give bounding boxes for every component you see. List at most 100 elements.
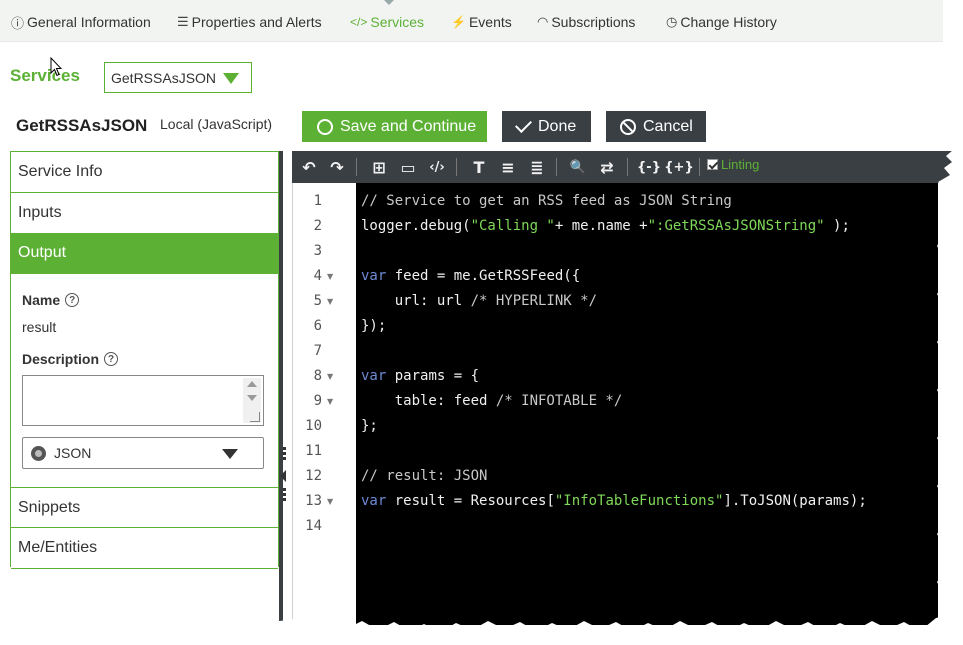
sidebar-item-me-entities[interactable]: Me/Entities: [11, 528, 278, 569]
editor-toolbar: ↶ ↷ ⊞ ▭ ‹/› T ≡ ≣ 🔍 ⇄ {-} {+}: [292, 151, 953, 183]
scroll-up-icon[interactable]: [247, 381, 257, 387]
code-token: /* HYPERLINK */: [470, 293, 598, 309]
code-token: logger.debug(: [361, 218, 471, 234]
code-token: feed = me.GetRSSFeed({: [386, 268, 581, 284]
code-line: var result = Resources["InfoTableFunctio…: [361, 493, 867, 509]
list-icon: ☰: [177, 14, 189, 29]
braces-plus-icon[interactable]: {+}: [664, 157, 693, 177]
code-token: /* INFOTABLE */: [495, 393, 623, 409]
code-token: };: [361, 418, 378, 434]
line-number: 1: [313, 193, 322, 209]
output-name-value: result: [22, 319, 57, 335]
tab-properties-and-alerts[interactable]: ☰ Properties and Alerts: [177, 12, 322, 32]
outdent-icon[interactable]: ≣: [526, 157, 548, 177]
line-number: 5: [313, 293, 322, 309]
code-icon: </>: [350, 15, 368, 29]
history-icon: ◷: [666, 14, 678, 29]
fold-arrow-icon[interactable]: ▼: [327, 372, 333, 381]
cancel-button[interactable]: Cancel: [606, 111, 706, 142]
linting-checkbox[interactable]: [707, 159, 718, 170]
code-token: var: [361, 493, 387, 509]
code-line: var params = {: [361, 368, 479, 384]
scroll-down-icon[interactable]: [247, 395, 257, 401]
code-token: result = Resources[: [386, 493, 555, 509]
line-number: 2: [313, 218, 322, 234]
help-icon[interactable]: ?: [104, 352, 119, 366]
sidebar-item-inputs[interactable]: Inputs: [11, 193, 278, 234]
description-textarea[interactable]: [22, 375, 264, 426]
replace-icon[interactable]: ⇄: [596, 157, 618, 177]
code-line: var feed = me.GetRSSFeed({: [361, 268, 580, 284]
ban-icon: [620, 118, 636, 135]
code-token: params = {: [386, 368, 480, 384]
code-token: var: [361, 368, 387, 384]
code-token: // result: JSON: [361, 468, 488, 484]
tab-general-information[interactable]: ⓘ General Information: [11, 12, 151, 32]
line-number: 12: [305, 468, 322, 484]
add-icon[interactable]: ⊞: [368, 157, 390, 177]
redo-icon[interactable]: ↷: [326, 157, 348, 177]
tab-events[interactable]: ⚡ Events: [451, 12, 512, 32]
comment-icon[interactable]: ▭: [397, 157, 419, 177]
entity-tab-bar: ⓘ General Information ☰ Properties and A…: [0, 0, 943, 42]
output-description-label: Description ?: [22, 351, 119, 367]
done-button[interactable]: Done: [502, 111, 591, 142]
code-token: ":GetRSSAsJSONString": [647, 218, 825, 234]
code-token: + me.name +: [554, 218, 648, 234]
save-and-continue-button[interactable]: Save and Continue: [302, 111, 487, 142]
services-heading: Services: [10, 66, 80, 85]
line-number: 6: [313, 318, 322, 334]
sidebar-item-service-info[interactable]: Service Info: [11, 152, 278, 193]
code-line: };: [361, 418, 378, 434]
tab-change-history[interactable]: ◷ Change History: [666, 12, 777, 32]
rss-icon: ◠: [537, 14, 549, 29]
line-number: 3: [313, 243, 322, 259]
service-name: GetRSSAsJSON: [16, 116, 148, 135]
active-tab-caret: [384, 0, 394, 5]
code-token: var: [361, 268, 387, 284]
dropdown-arrow-icon: [222, 449, 238, 459]
fold-arrow-icon[interactable]: ▼: [327, 497, 333, 506]
tab-subscriptions[interactable]: ◠ Subscriptions: [537, 12, 635, 32]
splitter-grip-icon[interactable]: [283, 447, 286, 461]
code-token: url: url: [361, 293, 471, 309]
indent-icon[interactable]: ≡: [497, 157, 519, 177]
fold-arrow-icon[interactable]: ▼: [327, 272, 333, 281]
tab-services[interactable]: </> Services: [350, 12, 424, 32]
collapse-left-icon[interactable]: [280, 470, 286, 482]
base-type-select[interactable]: JSON: [22, 437, 264, 469]
tab-label: Properties and Alerts: [191, 14, 322, 30]
sidebar-item-snippets[interactable]: Snippets: [11, 487, 278, 528]
format-text-icon[interactable]: T: [468, 157, 490, 177]
code-icon[interactable]: ‹/›: [426, 157, 448, 177]
line-number: 8: [313, 368, 322, 384]
bolt-icon: ⚡: [451, 15, 466, 29]
resize-grip-icon[interactable]: [250, 412, 260, 422]
search-icon[interactable]: 🔍: [567, 157, 589, 177]
linting-label: Linting: [721, 157, 760, 172]
braces-icon[interactable]: {-}: [637, 157, 661, 177]
panel-splitter[interactable]: [279, 151, 283, 621]
line-number: 13: [305, 493, 322, 509]
code-token: // Service to get an RSS feed as JSON St…: [361, 193, 732, 209]
undo-icon[interactable]: ↶: [298, 157, 320, 177]
service-select[interactable]: GetRSSAsJSON: [104, 62, 252, 93]
check-icon: [515, 115, 532, 133]
line-number: 10: [305, 418, 322, 434]
code-token: "InfoTableFunctions": [554, 493, 724, 509]
done-label: Done: [538, 117, 577, 135]
code-line: url: url /* HYPERLINK */: [361, 293, 597, 309]
sidebar-item-output[interactable]: Output: [11, 233, 278, 274]
cancel-label: Cancel: [643, 117, 693, 135]
tab-label: Subscriptions: [551, 14, 636, 30]
line-number: 14: [305, 518, 322, 534]
fold-arrow-icon[interactable]: ▼: [327, 297, 333, 306]
code-line: logger.debug("Calling "+ me.name +":GetR…: [361, 218, 850, 234]
fold-arrow-icon[interactable]: ▼: [327, 397, 333, 406]
splitter-grip-icon[interactable]: [283, 488, 286, 502]
code-token: table: feed: [361, 393, 496, 409]
info-icon: ⓘ: [11, 15, 25, 31]
line-number: 9: [313, 393, 322, 409]
help-icon[interactable]: ?: [65, 293, 80, 307]
linting-toggle[interactable]: Linting: [707, 157, 759, 172]
